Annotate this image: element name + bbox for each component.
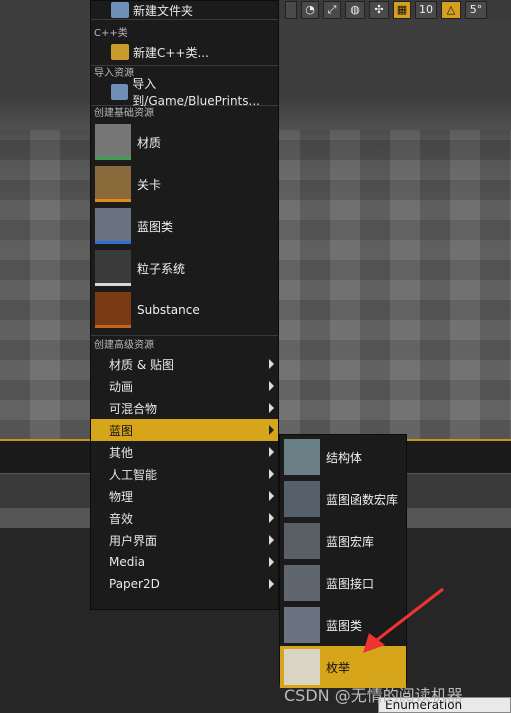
chevron-right-icon [269, 447, 274, 457]
level-label: 关卡 [137, 177, 162, 192]
submenu-label: 物理 [109, 489, 134, 504]
angle-size-value[interactable]: 5° [465, 0, 487, 19]
gear-icon [284, 523, 320, 559]
substance-item[interactable]: Substance [91, 289, 278, 331]
function-library-label: 蓝图函数宏库 [326, 492, 399, 507]
submenu-ai[interactable]: 人工智能 [91, 463, 278, 485]
level-item[interactable]: 关卡 [91, 163, 278, 205]
chevron-right-icon [269, 381, 274, 391]
arrow-shaft [372, 587, 444, 645]
particle-system-item[interactable]: 粒子系统 [91, 247, 278, 289]
advanced-section-header: 创建高级资源 [94, 340, 154, 351]
substance-icon [95, 292, 131, 328]
structure-item[interactable]: 结构体 [280, 436, 406, 478]
submenu-sounds[interactable]: 音效 [91, 507, 278, 529]
particle-system-label: 粒子系统 [137, 261, 186, 276]
scale-icon[interactable]: ⤢ [323, 0, 341, 19]
structure-label: 结构体 [326, 450, 363, 465]
submenu-label: 用户界面 [109, 533, 158, 548]
substance-label: Substance [137, 303, 200, 317]
grid-snap-icon[interactable]: ▦ [393, 0, 411, 19]
submenu-label: Paper2D [109, 577, 160, 591]
submenu-label: 其他 [109, 445, 134, 460]
import-label: 导入到/Game/BluePrints... [132, 77, 260, 108]
function-library-icon [284, 481, 320, 517]
submenu-blendables[interactable]: 可混合物 [91, 397, 278, 419]
interface-icon [284, 565, 320, 601]
import-icon [111, 84, 129, 100]
submenu-label: 音效 [109, 511, 134, 526]
chevron-right-icon [269, 557, 274, 567]
submenu-blueprints[interactable]: 蓝图 [91, 419, 278, 441]
chevron-right-icon [269, 491, 274, 501]
new-folder-item[interactable]: 新建文件夹 [91, 1, 278, 19]
rotate-icon[interactable]: ◔ [301, 0, 319, 19]
function-library-item[interactable]: 蓝图函数宏库 [280, 478, 406, 520]
submenu-paper2d[interactable]: Paper2D [91, 573, 278, 595]
particle-icon [95, 250, 131, 286]
blueprint-class-label: 蓝图类 [137, 219, 174, 234]
watermark: CSDN @无情的阅读机器 [284, 686, 463, 705]
submenu-label: Media [109, 555, 146, 569]
macro-library-label: 蓝图宏库 [326, 534, 375, 549]
submenu-materials-textures[interactable]: 材质 & 贴图 [91, 353, 278, 375]
material-icon [95, 124, 131, 160]
viewport-toolbar: ◔ ⤢ ◍ ✣ ▦ 10 △ 5° [279, 0, 511, 19]
chevron-right-icon [269, 513, 274, 523]
globe-icon[interactable]: ◍ [345, 0, 365, 19]
cpp-class-icon [111, 44, 129, 60]
level-icon [95, 166, 131, 202]
red-arrow-annotation [363, 587, 444, 653]
angle-snap-icon[interactable]: △ [441, 0, 461, 19]
snap-icon[interactable]: ✣ [369, 0, 389, 19]
submenu-animation[interactable]: 动画 [91, 375, 278, 397]
chevron-right-icon [269, 425, 274, 435]
cpp-section-header: C++类 [94, 28, 128, 39]
enumeration-label: 枚举 [326, 660, 351, 675]
chevron-right-icon [269, 535, 274, 545]
chevron-right-icon [269, 359, 274, 369]
new-folder-label: 新建文件夹 [133, 3, 194, 18]
submenu-label: 动画 [109, 379, 134, 394]
submenu-misc[interactable]: 其他 [91, 441, 278, 463]
grid-size-value[interactable]: 10 [415, 0, 437, 19]
enum-list-icon [284, 649, 320, 685]
chevron-right-icon [269, 469, 274, 479]
macro-library-item[interactable]: 蓝图宏库 [280, 520, 406, 562]
submenu-label: 人工智能 [109, 467, 158, 482]
material-item[interactable]: 材质 [91, 121, 278, 163]
blueprint-class-item[interactable]: 蓝图类 [91, 205, 278, 247]
add-new-menu: 新建文件夹 C++类 新建C++类... 导入资源 导入到/Game/BlueP… [90, 0, 279, 610]
submenu-user-interface[interactable]: 用户界面 [91, 529, 278, 551]
import-item[interactable]: 导入到/Game/BluePrints... [91, 77, 278, 108]
submenu-label: 材质 & 贴图 [109, 357, 174, 372]
submenu-media[interactable]: Media [91, 551, 278, 573]
structure-icon [284, 439, 320, 475]
submenu-label: 可混合物 [109, 401, 158, 416]
toolbar-edge-button[interactable] [285, 0, 297, 19]
chevron-right-icon [269, 579, 274, 589]
chevron-right-icon [269, 403, 274, 413]
new-cpp-class-label: 新建C++类... [133, 45, 209, 60]
blueprint-class-icon [95, 208, 131, 244]
new-cpp-class-item[interactable]: 新建C++类... [91, 41, 278, 63]
folder-plus-icon [111, 2, 129, 18]
submenu-label: 蓝图 [109, 423, 134, 438]
submenu-physics[interactable]: 物理 [91, 485, 278, 507]
blueprint-class-icon [284, 607, 320, 643]
material-label: 材质 [137, 135, 162, 150]
